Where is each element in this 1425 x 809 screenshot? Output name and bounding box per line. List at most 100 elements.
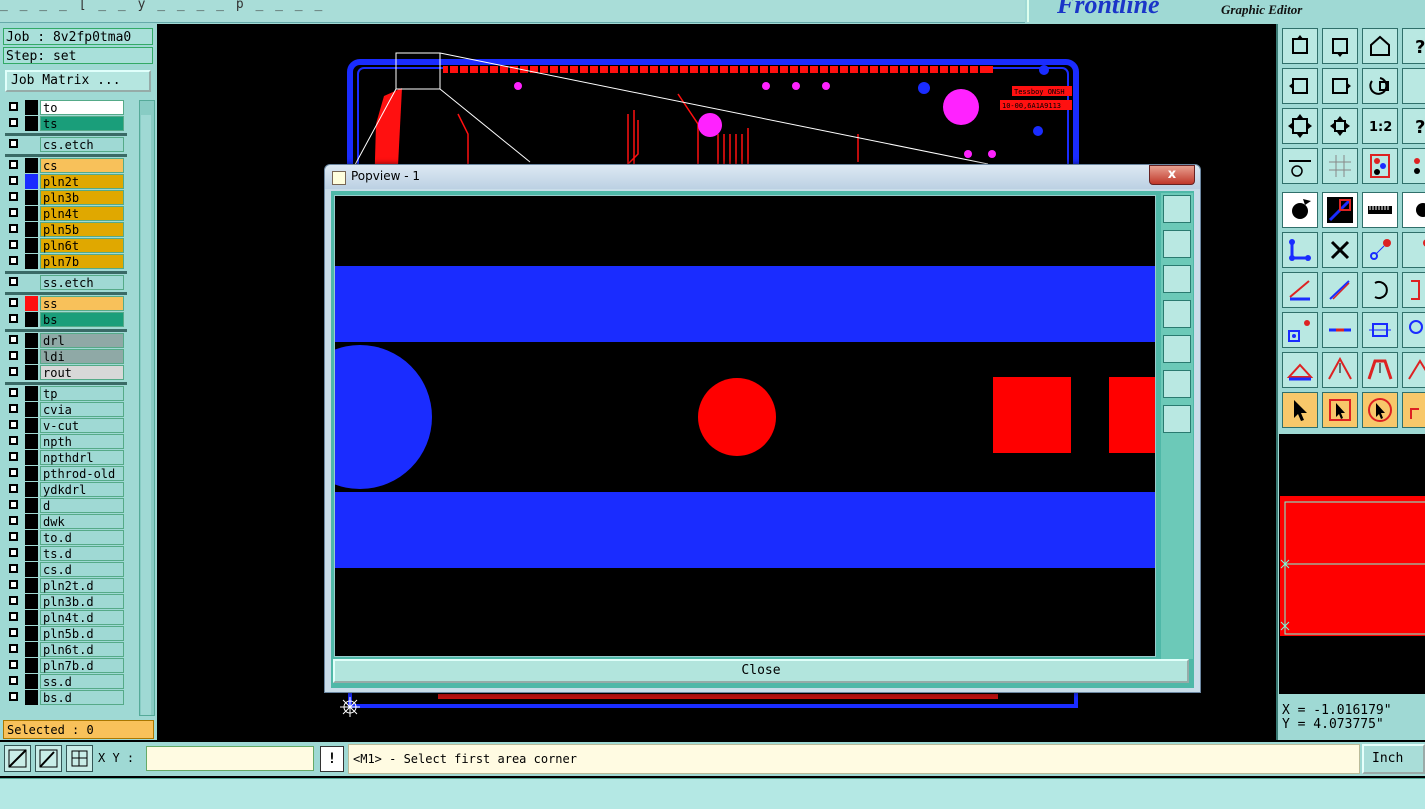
layer-row[interactable]: to	[5, 100, 127, 115]
layer-color-marker[interactable]	[25, 418, 38, 433]
layer-color-marker[interactable]	[25, 386, 38, 401]
layer-checkbox[interactable]	[9, 676, 18, 685]
layer-row[interactable]: ss.etch	[5, 275, 127, 290]
layer-row[interactable]: pln3b	[5, 190, 127, 205]
layer-color-marker[interactable]	[25, 610, 38, 625]
arc-alt-icon[interactable]	[1402, 352, 1425, 388]
layer-row[interactable]: pln4t.d	[5, 610, 127, 625]
pan-up-tool-icon[interactable]	[1282, 28, 1318, 64]
layer-checkbox[interactable]	[9, 516, 18, 525]
layer-checkbox[interactable]	[9, 452, 18, 461]
layer-name[interactable]: pln4t.d	[40, 610, 124, 625]
layer-name[interactable]: dwk	[40, 514, 124, 529]
layer-name[interactable]: pln6t.d	[40, 642, 124, 657]
layer-color-marker[interactable]	[25, 642, 38, 657]
layer-color-marker[interactable]	[25, 482, 38, 497]
layer-checkbox[interactable]	[9, 628, 18, 637]
popview-titlebar[interactable]: Popview - 1 x	[325, 165, 1200, 189]
layer-checkbox[interactable]	[9, 660, 18, 669]
layer-row[interactable]: pln4t	[5, 206, 127, 221]
layer-row[interactable]: cvia	[5, 402, 127, 417]
layer-row[interactable]: pthrod-old	[5, 466, 127, 481]
layer-checkbox[interactable]	[9, 596, 18, 605]
layer-checkbox[interactable]	[9, 436, 18, 445]
cross-tool-icon[interactable]	[1322, 232, 1358, 268]
pad-add-icon[interactable]	[1282, 312, 1318, 348]
layer-checkbox[interactable]	[9, 484, 18, 493]
layer-checkbox[interactable]	[9, 388, 18, 397]
pan-right-tool-icon[interactable]	[1322, 68, 1358, 104]
layer-color-marker[interactable]	[25, 498, 38, 513]
layer-list-scrollbar[interactable]	[139, 100, 155, 716]
zoom-out-icon[interactable]	[1163, 370, 1191, 398]
layer-color-marker[interactable]	[25, 190, 38, 205]
layer-name[interactable]: bs	[40, 312, 124, 327]
layer-checkbox[interactable]	[9, 612, 18, 621]
layer-color-marker[interactable]	[25, 238, 38, 253]
layer-checkbox[interactable]	[9, 564, 18, 573]
extra-tool-icon[interactable]	[1402, 68, 1425, 104]
layer-row[interactable]: d	[5, 498, 127, 513]
layer-name[interactable]: cs.etch	[40, 137, 124, 152]
layer-name[interactable]: pln5b	[40, 222, 124, 237]
layer-row[interactable]: tp	[5, 386, 127, 401]
layer-row[interactable]: ts.d	[5, 546, 127, 561]
layer-row[interactable]: ydkdrl	[5, 482, 127, 497]
trapezoid-tool-icon[interactable]	[1362, 352, 1398, 388]
layer-row[interactable]: pln5b	[5, 222, 127, 237]
pan-left-tool-icon[interactable]	[1282, 68, 1318, 104]
layer-checkbox[interactable]	[9, 192, 18, 201]
layer-checkbox[interactable]	[9, 335, 18, 344]
layer-color-marker[interactable]	[25, 514, 38, 529]
layer-color-marker[interactable]	[25, 594, 38, 609]
ruler-icon[interactable]	[1362, 192, 1398, 228]
layer-row[interactable]: pln3b.d	[5, 594, 127, 609]
layer-checkbox[interactable]	[9, 118, 18, 127]
layer-row[interactable]: pln6t.d	[5, 642, 127, 657]
layer-row[interactable]: ldi	[5, 349, 127, 364]
layer-checkbox[interactable]	[9, 256, 18, 265]
layer-row[interactable]: cs.etch	[5, 137, 127, 152]
layer-name[interactable]: pln2t.d	[40, 578, 124, 593]
layer-checkbox[interactable]	[9, 580, 18, 589]
pan-down-icon[interactable]	[1163, 265, 1191, 293]
zoom-in-icon[interactable]	[1163, 405, 1191, 433]
layer-row[interactable]: ts	[5, 116, 127, 131]
layer-color-marker[interactable]	[25, 626, 38, 641]
select-box-icon[interactable]	[1322, 392, 1358, 428]
layer-color-marker[interactable]	[25, 275, 38, 290]
layer-color-marker[interactable]	[25, 658, 38, 673]
popview-canvas[interactable]	[334, 195, 1156, 657]
layer-name[interactable]: pln7b.d	[40, 658, 124, 673]
layer-row[interactable]: pln2t	[5, 174, 127, 189]
select-lasso-icon[interactable]	[1362, 392, 1398, 428]
layer-color-marker[interactable]	[25, 174, 38, 189]
layer-name[interactable]: to	[40, 100, 124, 115]
layer-color-marker[interactable]	[25, 100, 38, 115]
scale-1-2-icon[interactable]: 1:2	[1362, 108, 1398, 144]
zoom-in-tool-icon[interactable]	[1322, 108, 1358, 144]
xy-input[interactable]	[146, 746, 314, 771]
rotate-tool-icon[interactable]	[1362, 272, 1398, 308]
layer-name[interactable]: bs.d	[40, 690, 124, 705]
pad-select-icon[interactable]	[1282, 192, 1318, 228]
layer-name[interactable]: rout	[40, 365, 124, 380]
layer-row[interactable]: pln5b.d	[5, 626, 127, 641]
zoom-window-icon[interactable]	[1163, 195, 1191, 223]
measure-tool-icon[interactable]	[1282, 148, 1318, 184]
layer-row[interactable]: v-cut	[5, 418, 127, 433]
layer-name[interactable]: pln3b	[40, 190, 124, 205]
layer-color-marker[interactable]	[25, 333, 38, 348]
pan-left-icon[interactable]	[1163, 300, 1191, 328]
layer-checkbox[interactable]	[9, 208, 18, 217]
layer-row[interactable]: dwk	[5, 514, 127, 529]
move-red-tool-icon[interactable]	[1362, 232, 1398, 268]
popview-close-button[interactable]: Close	[333, 659, 1189, 683]
layer-color-marker[interactable]	[25, 365, 38, 380]
unit-selector[interactable]: Inch	[1362, 744, 1425, 774]
layer-checkbox[interactable]	[9, 277, 18, 286]
home-view-icon[interactable]	[1362, 28, 1398, 64]
layer-name[interactable]: pln7b	[40, 254, 124, 269]
layer-color-marker[interactable]	[25, 562, 38, 577]
question-tool-icon[interactable]: ?	[1402, 108, 1425, 144]
